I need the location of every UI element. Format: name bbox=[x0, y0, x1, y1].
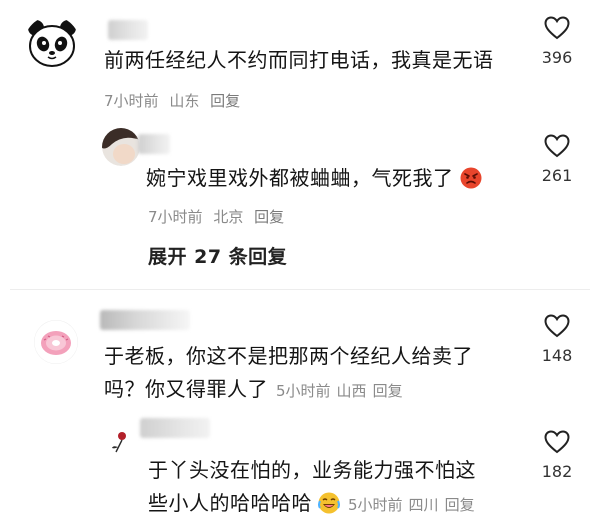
comment-text: 前两任经纪人不约而同打电话，我真是无语 bbox=[104, 48, 494, 72]
username-redacted[interactable] bbox=[140, 418, 210, 438]
comment-time: 7小时前 bbox=[104, 92, 159, 110]
like-button[interactable]: 148 bbox=[532, 314, 582, 365]
donut-avatar-icon bbox=[34, 320, 78, 364]
username-redacted[interactable] bbox=[100, 310, 190, 330]
user-avatar[interactable] bbox=[34, 320, 78, 364]
reply-text: 于丫头没在怕的，业务能力强不怕这 些小人的哈哈哈哈 5小时前 四川 回复 bbox=[148, 454, 528, 524]
like-count: 396 bbox=[541, 48, 573, 67]
heart-icon bbox=[544, 430, 570, 454]
reply-meta: 5小时前 四川 回复 bbox=[348, 496, 481, 514]
reply-time: 7小时前 bbox=[148, 208, 203, 226]
comment-item: 前两任经纪人不约而同打电话，我真是无语 7小时前 山东 回复 396 婉宁戏里戏… bbox=[0, 0, 600, 290]
comment-location: 山西 bbox=[336, 382, 367, 400]
heart-icon bbox=[544, 16, 570, 40]
laughing-crying-face-icon bbox=[318, 491, 340, 524]
username-redacted[interactable] bbox=[138, 134, 170, 154]
like-button[interactable]: 396 bbox=[532, 16, 582, 67]
user-avatar-icon bbox=[102, 128, 140, 166]
reply-avatar[interactable] bbox=[104, 426, 136, 458]
reply-text: 婉宁戏里戏外都被蛐蛐，气死我了 bbox=[146, 162, 482, 199]
comment-text-line: 吗？你又得罪人了 5小时前 山西 回复 bbox=[104, 373, 524, 408]
reply-text-line: 于丫头没在怕的，业务能力强不怕这 bbox=[148, 458, 476, 482]
comment-meta: 7小时前 山东 回复 bbox=[104, 90, 246, 111]
comment-location: 山东 bbox=[169, 92, 200, 110]
comment-text-content: 吗？你又得罪人了 bbox=[104, 377, 268, 401]
heart-icon bbox=[544, 314, 570, 338]
angry-face-icon bbox=[460, 166, 482, 199]
heart-icon bbox=[544, 134, 570, 158]
reply-time: 5小时前 bbox=[348, 496, 403, 514]
reply-button[interactable]: 回复 bbox=[210, 92, 240, 110]
comment-time: 5小时前 bbox=[276, 382, 331, 400]
like-count: 148 bbox=[541, 346, 573, 365]
reply-text-content: 些小人的哈哈哈哈 bbox=[148, 491, 312, 515]
reply-location: 北京 bbox=[213, 208, 244, 226]
reply-button[interactable]: 回复 bbox=[373, 382, 403, 400]
expand-replies-button[interactable]: 展开 27 条回复 bbox=[148, 242, 287, 269]
comment-text-line: 于老板，你这不是把那两个经纪人给卖了 bbox=[104, 344, 473, 368]
reply-location: 四川 bbox=[408, 496, 439, 514]
comment-item: 于老板，你这不是把那两个经纪人给卖了 吗？你又得罪人了 5小时前 山西 回复 148 … bbox=[0, 290, 600, 521]
reply-button[interactable]: 回复 bbox=[254, 208, 284, 226]
like-button[interactable]: 261 bbox=[532, 134, 582, 185]
rose-avatar-icon bbox=[104, 426, 136, 458]
comment-meta: 5小时前 山西 回复 bbox=[276, 382, 409, 400]
reply-button[interactable]: 回复 bbox=[445, 496, 475, 514]
reply-text-line: 些小人的哈哈哈哈 5小时前 四川 回复 bbox=[148, 487, 528, 524]
like-count: 261 bbox=[541, 166, 573, 185]
user-avatar[interactable] bbox=[24, 16, 80, 72]
reply-avatar[interactable] bbox=[102, 128, 140, 166]
panda-avatar-icon bbox=[24, 16, 80, 72]
username-redacted[interactable] bbox=[108, 20, 148, 40]
comment-text: 于老板，你这不是把那两个经纪人给卖了 吗？你又得罪人了 5小时前 山西 回复 bbox=[104, 340, 524, 408]
reply-meta: 7小时前 北京 回复 bbox=[148, 206, 290, 227]
reply-text-content: 婉宁戏里戏外都被蛐蛐，气死我了 bbox=[146, 166, 454, 190]
like-button[interactable]: 182 bbox=[532, 430, 582, 481]
like-count: 182 bbox=[541, 462, 573, 481]
